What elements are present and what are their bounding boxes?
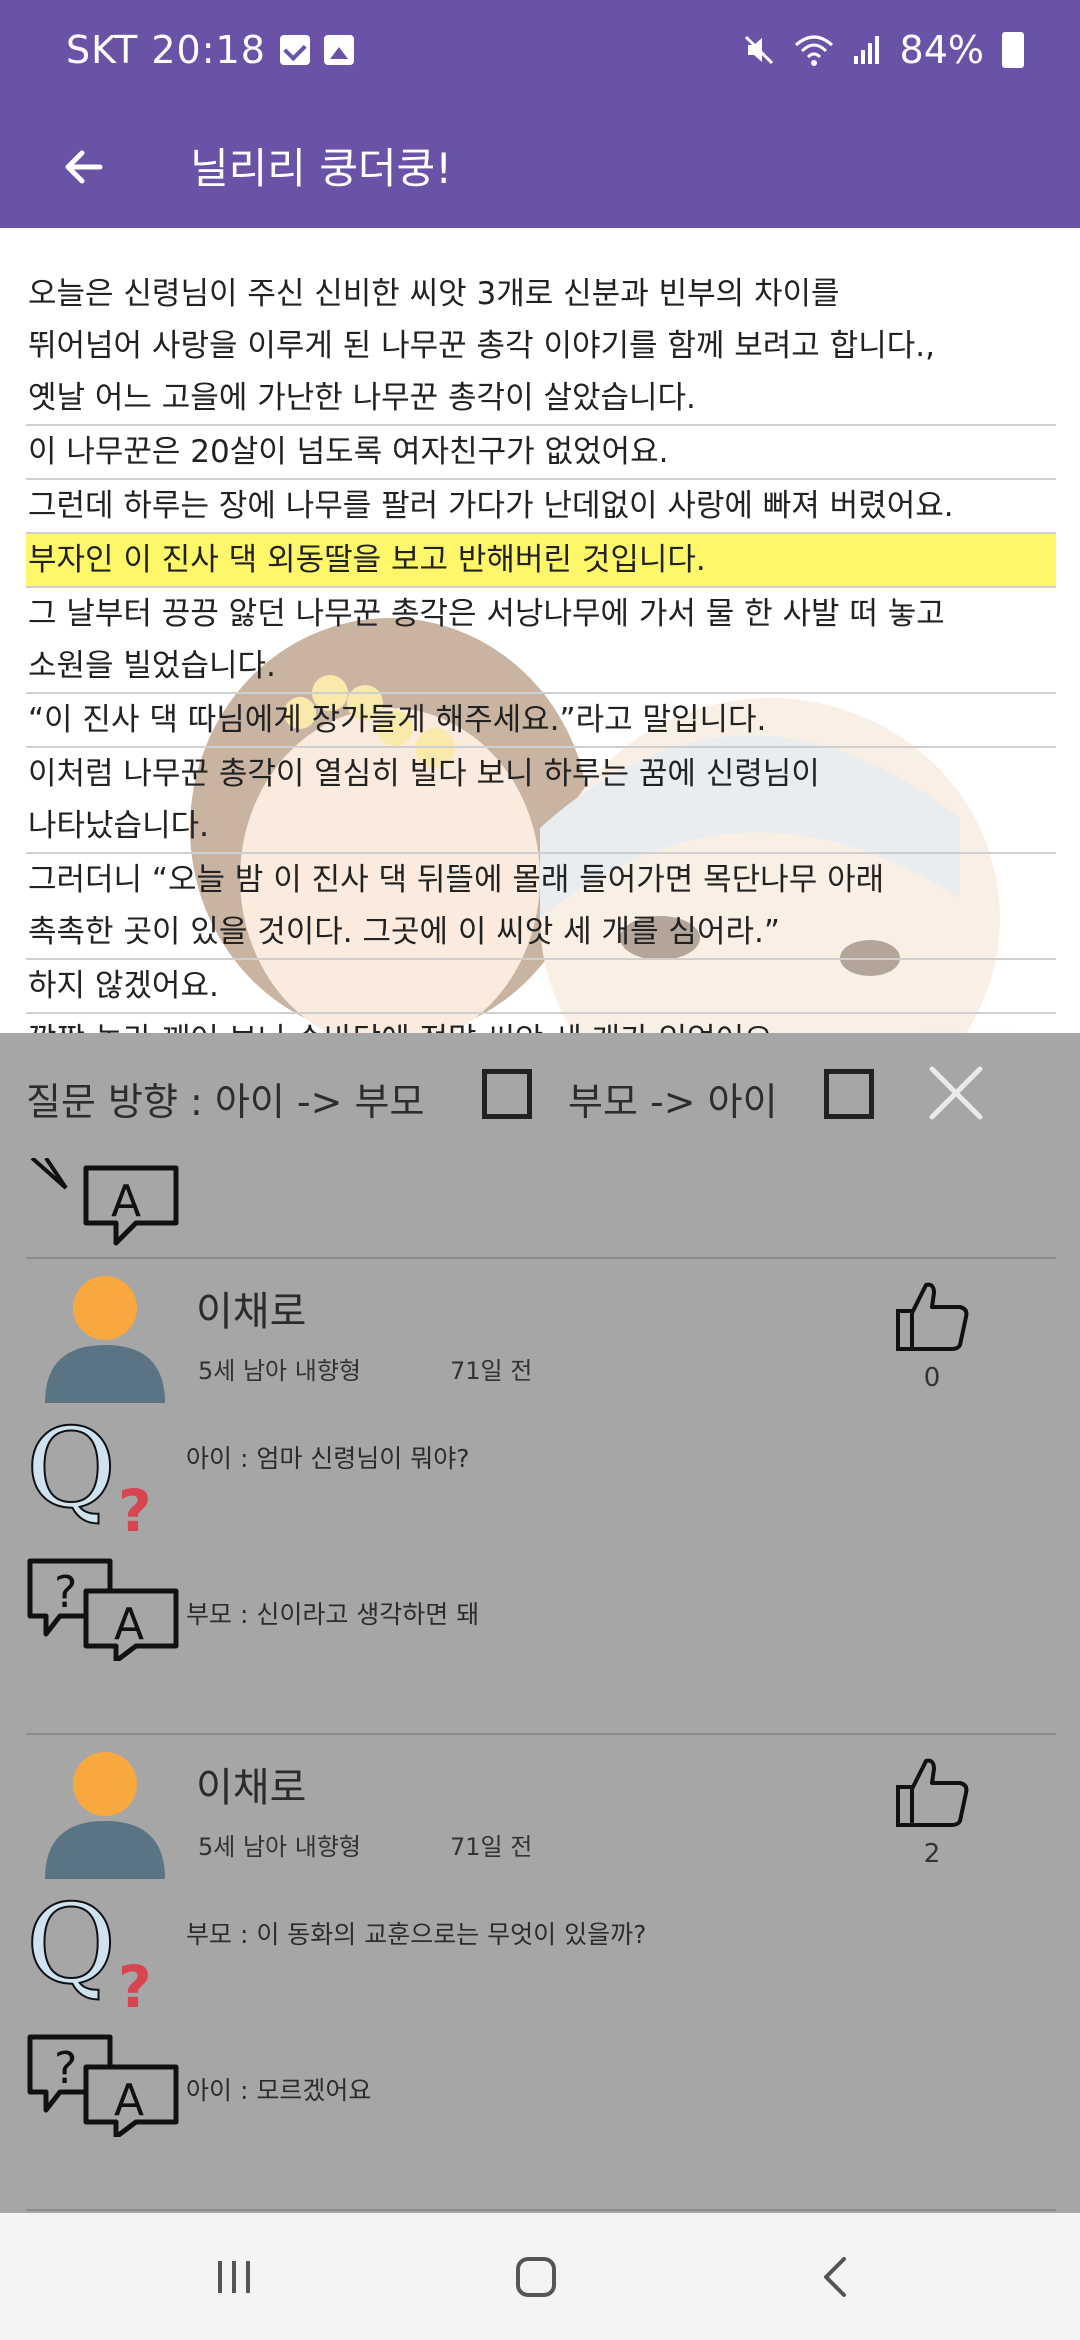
svg-text:?: ? [54,2043,77,2094]
svg-text:Q: Q [26,1887,116,2008]
status-right: 84% [742,28,1024,72]
signal-icon [853,36,879,64]
story-line: 그러더니 “오늘 밤 이 진사 댁 뒤뜰에 몰래 들어가면 목단나무 아래 [28,862,885,898]
username: 이채로 [196,1289,307,1335]
carrier-time: SKT 20:18 [66,28,266,72]
svg-text:A: A [114,1599,144,1650]
battery-icon [1002,32,1024,68]
recent-apps-button[interactable] [184,2237,284,2317]
arrow-left-icon [65,150,103,184]
story-line: 오늘은 신령님이 주신 신비한 씨앗 3개로 신분과 빈부의 차이를 [28,276,840,312]
story-line: 하지 않겠어요. [26,960,1056,1014]
status-bar: SKT 20:18 84% [0,0,1080,105]
story-line: 이 나무꾼은 20살이 넘도록 여자친구가 없었어요. [26,426,1056,480]
question-text: 아이 : 엄마 신령님이 뭐야? [186,1444,470,1473]
answer-text: 아이 : 모르겠어요 [186,2076,372,2105]
parent-to-child-checkbox[interactable] [824,1069,874,1119]
posted-time: 71일 전 [450,1833,533,1861]
child-to-parent-checkbox[interactable] [482,1069,532,1119]
story-line: 그런데 하루는 장에 나무를 팔러 가다가 난데없이 사랑에 빠져 버렸어요. [26,480,1056,534]
thumbs-up-icon[interactable] [892,1277,972,1357]
like-count: 2 [923,1839,941,1869]
user-profile: 5세 남아 내향형 [198,1357,362,1385]
story-line: 깜짝 놀라 깨어 보니 손바닥에 정말 씨앗 세 개가 있었어요. [26,1014,1056,1033]
battery-percent: 84% [899,28,984,72]
home-icon [516,2257,556,2297]
story-line: 뛰어넘어 사랑을 이루게 된 나무꾼 총각 이야기를 함께 보려고 합니다., [28,328,935,364]
divider [26,1733,1056,1735]
check-notification-icon [279,35,310,65]
story-panel: 오늘은 신령님이 주신 신비한 씨앗 3개로 신분과 빈부의 차이를 뛰어넘어 … [0,228,1080,1033]
avatar [45,1752,165,1879]
story-line: 그 날부터 끙끙 앓던 나무꾼 총각은 서낭나무에 가서 물 한 사발 떠 놓고 [28,596,945,632]
app-bar: 닐리리 쿵더쿵! [0,105,1080,228]
close-icon [929,1066,983,1120]
thumbs-up-icon[interactable] [892,1753,972,1833]
story-line: 나타났습니다. [26,800,1056,854]
svg-text:?: ? [54,1567,77,1618]
story-line-highlighted: 부자인 이 진사 댁 외동딸을 보고 반해버린 것입니다. [26,534,1056,588]
back-chevron-icon [824,2257,846,2297]
divider [26,2209,1056,2211]
story-line: “이 진사 댁 따님에게 장가들게 해주세요.”라고 말입니다. [26,694,1056,748]
username: 이채로 [196,1765,307,1811]
answer-text: 부모 : 신이라고 생각하면 돼 [186,1600,480,1629]
svg-text:?: ? [118,1953,152,2021]
question-answer-icon: Q ? ? A [26,1887,179,2137]
sheet-header: 질문 방향 : 아이 -> 부모 부모 -> 아이 [0,1033,1080,1163]
recent-apps-icon [218,2261,250,2293]
question-text: 부모 : 이 동화의 교훈으로는 무엇이 있을까? [186,1920,647,1949]
avatar [45,1276,165,1403]
page-title: 닐리리 쿵더쿵! [190,144,453,193]
image-notification-icon [323,35,354,65]
question-answer-icon: Q ? ? A [26,1411,179,1661]
posted-time: 71일 전 [450,1357,533,1385]
story-text: 오늘은 신령님이 주신 신비한 씨앗 3개로 신분과 빈부의 차이를 뛰어넘어 … [26,268,1056,1033]
mute-icon [744,35,773,65]
svg-text:Q: Q [26,1411,116,1532]
user-profile: 5세 남아 내향형 [198,1833,362,1861]
like-count: 0 [923,1363,941,1393]
svg-text:A: A [114,2075,144,2126]
svg-text:A: A [111,1176,141,1227]
wifi-icon [794,35,833,66]
comments-sheet: 질문 방향 : 아이 -> 부모 부모 -> 아이 A 이채로 5세 남아 내향… [0,1033,1080,2213]
svg-text:?: ? [118,1477,152,1545]
story-line: 소원을 빌었습니다. [26,640,1056,694]
back-button[interactable] [40,123,128,211]
story-line: 촉촉한 곳이 있을 것이다. 그곳에 이 씨앗 세 개를 심어라.” [26,906,1056,960]
direction-label-parent-to-child: 부모 -> 아이 [568,1080,778,1124]
home-button[interactable] [486,2237,586,2317]
system-nav-bar [0,2213,1080,2340]
answer-bubble-icon: A [30,1158,179,1246]
status-left: SKT 20:18 [66,28,354,72]
story-line: 옛날 어느 고을에 가난한 나무꾼 총각이 살았습니다. [26,372,1056,426]
direction-label-child-to-parent: 질문 방향 : 아이 -> 부모 [26,1080,425,1124]
close-button[interactable] [924,1061,988,1125]
story-line: 이처럼 나무꾼 총각이 열심히 빌다 보니 하루는 꿈에 신령님이 [28,756,820,792]
system-back-button[interactable] [786,2237,886,2317]
divider [26,1257,1056,1259]
